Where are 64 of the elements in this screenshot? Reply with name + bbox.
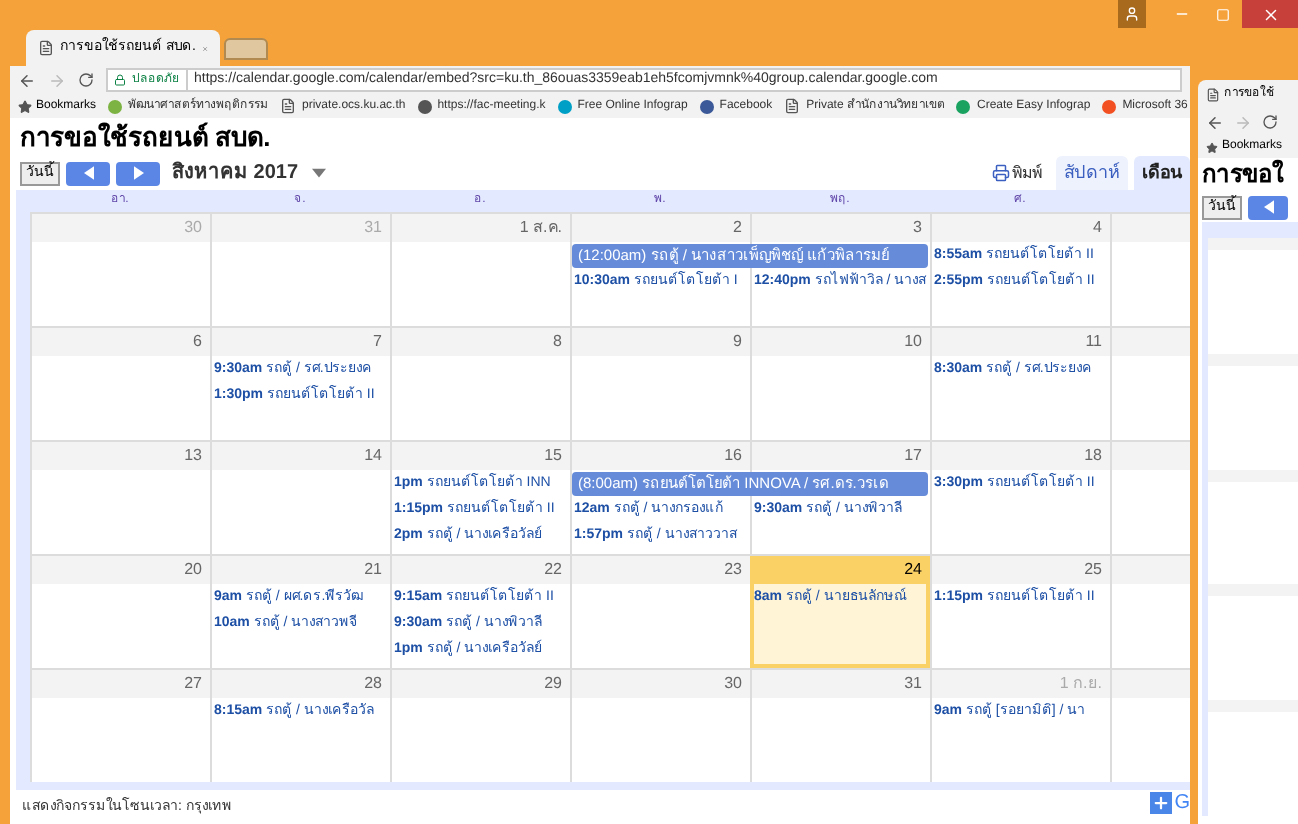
day-number: 3 xyxy=(752,214,930,242)
reload-icon[interactable] xyxy=(1262,114,1278,130)
lock-icon xyxy=(114,74,126,86)
page-icon xyxy=(38,40,54,56)
day-number: 17 xyxy=(752,442,930,470)
day-number: 1 ส.ค. xyxy=(392,214,570,242)
day-number: 23 xyxy=(572,556,750,584)
day-number: 14 xyxy=(212,442,390,470)
left-triangle-icon xyxy=(1263,200,1273,214)
maximize-icon xyxy=(1215,7,1229,21)
back-icon[interactable] xyxy=(18,71,36,89)
day-number: 9 xyxy=(572,328,750,356)
print-button[interactable]: พิมพ์ xyxy=(992,161,1042,185)
previous-button[interactable] xyxy=(1248,195,1288,219)
day-number: 21 xyxy=(212,556,390,584)
day-number: 15 xyxy=(392,442,570,470)
caret-icon[interactable] xyxy=(312,168,327,178)
new-tab-button[interactable] xyxy=(224,38,268,60)
day-number: 4 xyxy=(932,214,1110,242)
right-triangle-icon xyxy=(133,166,143,180)
page-icon xyxy=(1206,87,1220,101)
day-number: 7 xyxy=(212,328,390,356)
day-number: 31 xyxy=(752,670,930,698)
day-number: 25 xyxy=(932,556,1110,584)
day-number: 29 xyxy=(392,670,570,698)
day-number: 16 xyxy=(572,442,750,470)
page-icon xyxy=(280,98,297,114)
day-number: 18 xyxy=(932,442,1110,470)
view-tab[interactable]: เดือน xyxy=(1134,156,1190,190)
day-number: 31 xyxy=(212,214,390,242)
page-icon xyxy=(784,98,801,114)
day-number: 13 xyxy=(32,442,210,470)
day-number: 30 xyxy=(572,670,750,698)
user-button[interactable] xyxy=(1118,0,1146,28)
back-icon[interactable] xyxy=(1206,113,1224,131)
day-number: 30 xyxy=(32,214,210,242)
star-icon xyxy=(1206,141,1218,153)
day-number: 22 xyxy=(392,556,570,584)
day-number: 6 xyxy=(32,328,210,356)
previous-button[interactable] xyxy=(66,161,110,185)
left-triangle-icon xyxy=(83,166,93,180)
next-button[interactable] xyxy=(116,161,160,185)
logo-text: G xyxy=(1174,789,1190,817)
close-icon xyxy=(1261,5,1279,23)
plus-icon xyxy=(1152,793,1171,811)
day-number: 20 xyxy=(32,556,210,584)
view-tab[interactable]: สัปดาห์ xyxy=(1056,156,1128,190)
user-icon xyxy=(1124,6,1140,22)
day-number: 2 xyxy=(572,214,750,242)
day-number: 28 xyxy=(212,670,390,698)
month-label: สิงหาคม 2017 xyxy=(172,159,299,188)
printer-icon xyxy=(992,164,1010,182)
day-number: 8 xyxy=(392,328,570,356)
reload-icon[interactable] xyxy=(78,72,94,88)
calendar-title: การขอใช้รถยนต์ สบด. xyxy=(18,120,273,156)
day-number: 24 xyxy=(750,556,930,584)
day-number: 27 xyxy=(32,670,210,698)
day-number: 11 xyxy=(932,328,1110,356)
star-icon xyxy=(18,99,32,113)
add-calendar-button[interactable] xyxy=(1150,791,1173,813)
close-button[interactable] xyxy=(1242,0,1298,28)
calendar-title: การขอใ xyxy=(1202,158,1286,192)
day-number: 10 xyxy=(752,328,930,356)
day-number: 1 ก.ย. xyxy=(932,670,1110,698)
